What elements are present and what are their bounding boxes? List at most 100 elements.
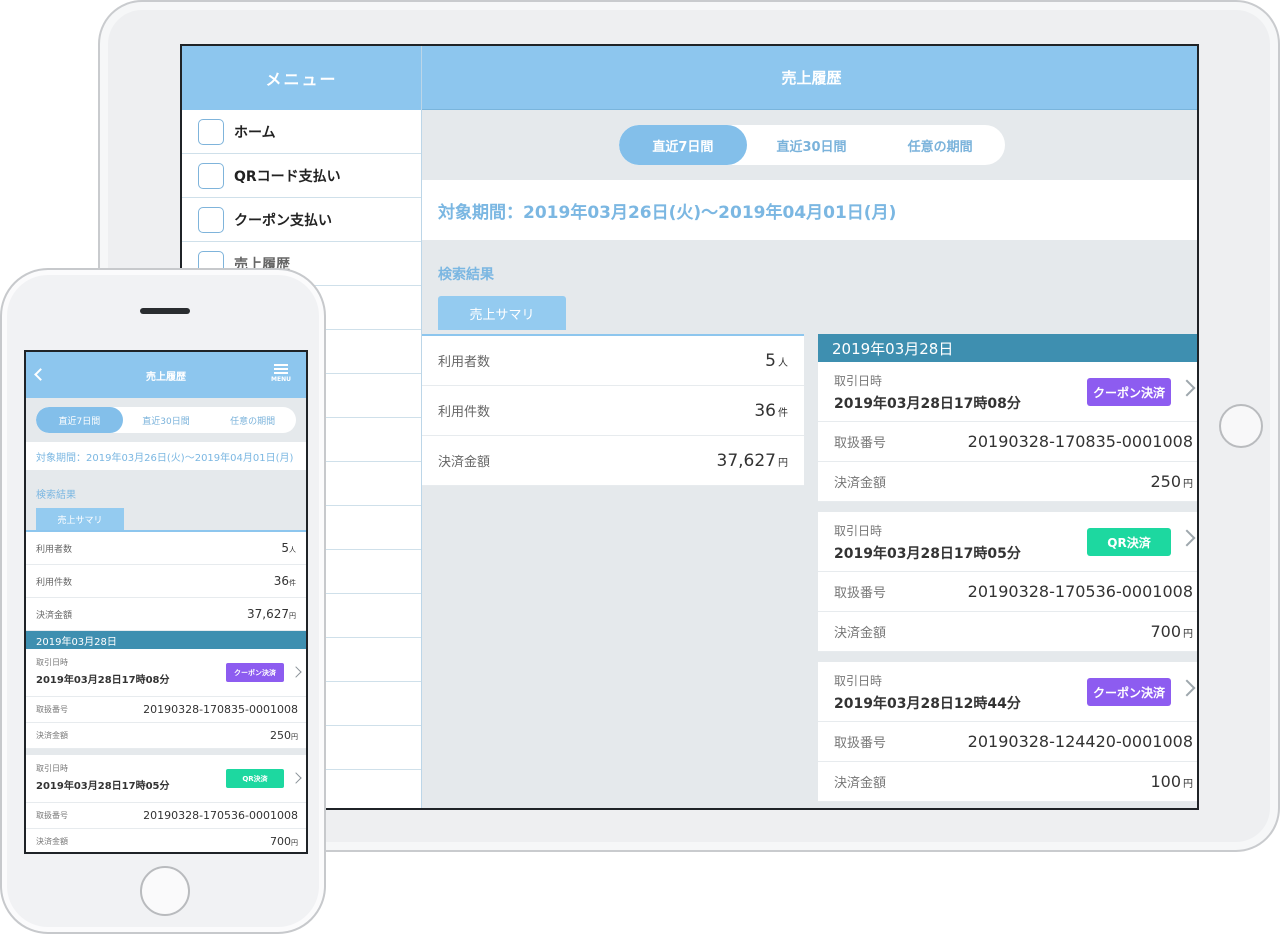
phone-transaction-card[interactable]: 取引日時 2019年03月28日17時08分 クーポン決済 取扱番号 20190328-… bbox=[26, 649, 306, 749]
summary-box: 利用者数 5 人利用件数 36 件決済金額 37,627 円 bbox=[422, 334, 804, 486]
payment-type-badge: クーポン決済 bbox=[1087, 678, 1171, 706]
phone-period-tabs-wrap: 直近7日間 直近30日間 任意の期間 bbox=[26, 398, 306, 442]
phone-speaker bbox=[140, 308, 190, 314]
phone-page-title: 売上履歴 bbox=[146, 371, 186, 383]
transaction-card[interactable]: 取引日時 2019年03月28日17時05分 QR決済 取扱番号 20190328-17… bbox=[818, 512, 1197, 652]
phone-yen-unit: 円 bbox=[291, 839, 298, 847]
hamburger-menu-button[interactable]: MENU bbox=[268, 364, 294, 383]
phone-summary-number: 5 bbox=[281, 541, 289, 555]
tab-custom-period[interactable]: 任意の期間 bbox=[876, 125, 1005, 165]
phone-transaction-number-row: 取扱番号 20190328-170536-0001008 bbox=[26, 803, 306, 829]
phone-transaction-card[interactable]: 取引日時 2019年03月28日17時05分 QR決済取扱番号 20190328-17… bbox=[26, 755, 306, 852]
sidebar-item-label: QRコード支払い bbox=[234, 168, 341, 185]
transaction-list: 2019年03月28日 取引日時 2019年03月28日17時08分 クーポン決済取… bbox=[818, 334, 1197, 808]
tab-30-days[interactable]: 直近30日間 bbox=[747, 125, 876, 165]
phone-home-button[interactable] bbox=[140, 866, 190, 916]
transaction-card[interactable]: 取引日時 2019年03月28日17時08分 クーポン決済取扱番号 20190328-… bbox=[818, 362, 1197, 502]
menu-label: MENU bbox=[271, 376, 291, 383]
yen-unit: 円 bbox=[1183, 629, 1193, 640]
main-panel: 売上履歴 直近7日間 直近30日間 任意の期間 対象期間：2019年03月26日… bbox=[422, 46, 1197, 808]
period-tabs: 直近7日間 直近30日間 任意の期間 bbox=[618, 125, 1005, 165]
home-icon bbox=[198, 118, 224, 145]
summary-tab[interactable]: 売上サマリ bbox=[438, 296, 566, 330]
phone-summary-tab[interactable]: 売上サマリ bbox=[36, 508, 124, 530]
phone-transaction-amount-value: 250 bbox=[270, 729, 291, 742]
period-tabs-wrap: 直近7日間 直近30日間 任意の期間 bbox=[422, 110, 1197, 180]
phone-date-header: 2019年03月28日 bbox=[26, 631, 306, 649]
target-period: 対象期間：2019年03月26日(火)〜2019年04月01日(月) bbox=[422, 180, 1197, 240]
summary-row: 決済金額 37,627 円 bbox=[422, 436, 804, 486]
phone-summary-row: 利用者数 5人 bbox=[26, 532, 306, 565]
summary-number: 37,627 bbox=[716, 450, 776, 471]
payment-type-badge: クーポン決済 bbox=[1087, 378, 1171, 406]
transaction-number-label: 取扱番号 bbox=[834, 736, 887, 751]
yen-unit: 円 bbox=[1183, 779, 1193, 790]
phone-transaction-cards: 取引日時 2019年03月28日17時08分 クーポン決済 取扱番号 20190328-… bbox=[26, 649, 306, 852]
phone-tab-custom-period[interactable]: 任意の期間 bbox=[209, 407, 296, 433]
phone-transaction-amount-value: 700 bbox=[270, 835, 291, 848]
sidebar-title: メニュー bbox=[182, 46, 421, 110]
phone-summary-number: 37,627 bbox=[247, 607, 289, 621]
transaction-card[interactable]: 取引日時 2019年03月28日12時44分 クーポン決済 取扱番号 20190328-… bbox=[818, 662, 1197, 802]
summary-value: 36 件 bbox=[754, 401, 788, 421]
summary-value: 37,627 円 bbox=[717, 451, 788, 471]
phone-device-frame: 売上履歴 MENU 直近7日間 直近30日間 任意の期間 対象期間：2019年0… bbox=[0, 268, 326, 934]
tablet-screen: メニュー ホームQRコード支払いクーポン支払い売上履歴報リーポリシーのお知らせ … bbox=[180, 44, 1199, 810]
transaction-number-label: 取扱番号 bbox=[834, 436, 887, 451]
transaction-number-row: 取扱番号 20190328-170536-0001008 bbox=[818, 572, 1197, 612]
phone-summary-label: 利用者数 bbox=[36, 544, 73, 555]
transaction-header: 取引日時 2019年03月28日17時08分 クーポン決済 bbox=[818, 362, 1197, 422]
summary-label: 決済金額 bbox=[438, 455, 491, 470]
phone-payment-type-badge: クーポン決済 bbox=[226, 663, 284, 682]
transaction-header: 取引日時 2019年03月28日12時44分 クーポン決済 bbox=[818, 662, 1197, 722]
phone-transaction-amount: 250円 bbox=[270, 729, 298, 742]
yen-unit: 円 bbox=[1183, 479, 1193, 490]
summary-unit: 円 bbox=[778, 457, 788, 469]
phone-transaction-amount-label: 決済金額 bbox=[36, 731, 68, 740]
phone-summary-row: 決済金額 37,627円 bbox=[26, 598, 306, 631]
transaction-amount-value: 250 bbox=[1150, 472, 1181, 491]
summary-label: 利用件数 bbox=[438, 405, 491, 420]
transaction-amount-label: 決済金額 bbox=[834, 776, 887, 791]
summary-unit: 件 bbox=[778, 407, 788, 419]
back-chevron-icon[interactable] bbox=[34, 368, 47, 381]
phone-summary-row: 利用件数 36件 bbox=[26, 565, 306, 598]
phone-summary-label: 決済金額 bbox=[36, 610, 73, 621]
sidebar-item[interactable]: ホーム bbox=[182, 110, 421, 154]
phone-summary-box: 利用者数 5人 利用件数 36件 決済金額 37,627円 bbox=[26, 530, 306, 631]
phone-period-tabs: 直近7日間 直近30日間 任意の期間 bbox=[36, 407, 296, 433]
phone-summary-unit: 円 bbox=[289, 612, 296, 620]
phone-summary-value: 37,627円 bbox=[247, 607, 296, 621]
summary-number: 36 bbox=[754, 400, 776, 421]
sidebar-item[interactable]: QRコード支払い bbox=[182, 154, 421, 198]
transaction-amount-row: 決済金額 100 円 bbox=[818, 762, 1197, 802]
phone-tab-30-days[interactable]: 直近30日間 bbox=[123, 407, 210, 433]
phone-search-result-label: 検索結果 bbox=[36, 490, 76, 501]
phone-transaction-number-label: 取扱番号 bbox=[36, 811, 68, 820]
phone-transaction-header: 取引日時 2019年03月28日17時05分 QR決済 bbox=[26, 755, 306, 803]
transaction-amount-label: 決済金額 bbox=[834, 626, 887, 641]
sidebar-item[interactable]: クーポン支払い bbox=[182, 198, 421, 242]
phone-summary-unit: 件 bbox=[289, 579, 296, 587]
phone-transaction-amount-label: 決済金額 bbox=[36, 837, 68, 846]
transaction-amount: 700 円 bbox=[1150, 622, 1193, 641]
phone-transaction-amount: 700円 bbox=[270, 835, 298, 848]
page-title: 売上履歴 bbox=[422, 46, 1197, 110]
transaction-amount-row: 決済金額 700 円 bbox=[818, 612, 1197, 652]
phone-summary-number: 36 bbox=[273, 574, 289, 588]
phone-tab-7-days[interactable]: 直近7日間 bbox=[36, 407, 123, 433]
sidebar-item-label: クーポン支払い bbox=[234, 212, 332, 229]
hamburger-icon bbox=[274, 364, 288, 374]
coupon-icon bbox=[198, 206, 224, 233]
tablet-home-button[interactable] bbox=[1219, 404, 1263, 448]
transaction-number: 20190328-170835-0001008 bbox=[967, 432, 1193, 451]
phone-transaction-amount-row: 決済金額 700円 bbox=[26, 829, 306, 852]
phone-transaction-number-label: 取扱番号 bbox=[36, 705, 68, 714]
phone-payment-type-badge: QR決済 bbox=[226, 769, 284, 788]
phone-target-period: 対象期間：2019年03月26日(火)〜2019年04月01日(月) bbox=[26, 442, 306, 470]
phone-transaction-number: 20190328-170536-0001008 bbox=[143, 809, 298, 822]
phone-transaction-number-row: 取扱番号 20190328-170835-0001008 bbox=[26, 697, 306, 723]
phone-transaction-header: 取引日時 2019年03月28日17時08分 クーポン決済 bbox=[26, 649, 306, 697]
tab-7-days[interactable]: 直近7日間 bbox=[618, 125, 748, 165]
transaction-amount-value: 700 bbox=[1150, 622, 1181, 641]
